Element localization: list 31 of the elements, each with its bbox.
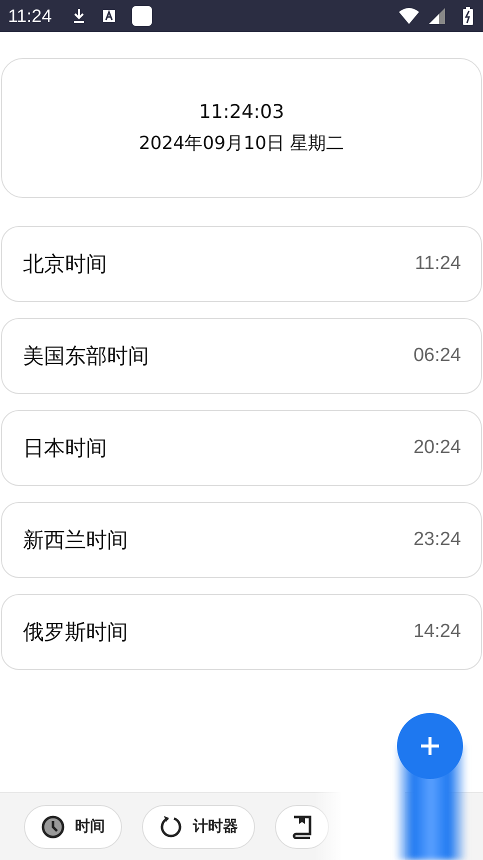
status-time: 11:24 [8,6,52,26]
time-zone-card[interactable]: 俄罗斯时间 14:24 [1,594,482,670]
signal-icon [429,8,445,24]
clock-icon [41,814,65,838]
nav-chip[interactable]: 时间 [24,804,122,848]
refresh-icon [159,814,183,838]
zone-name: 新西兰时间 [23,527,128,554]
current-date: 2024年09月10日 星期二 [138,132,344,155]
font-icon [102,9,116,23]
current-time: 11:24:03 [198,101,284,123]
time-zone-card[interactable]: 新西兰时间 23:24 [1,502,482,578]
wifi-icon [399,8,419,24]
zone-name: 美国东部时间 [23,343,149,370]
book-icon [292,814,312,838]
nav-chip[interactable]: 计时器 [142,804,255,848]
time-zone-card[interactable]: 北京时间 11:24 [1,226,482,302]
zone-time: 14:24 [413,621,461,643]
zone-time: 20:24 [413,437,461,459]
zone-time: 06:24 [413,345,461,367]
square-icon [132,6,152,26]
zone-time: 11:24 [414,253,461,275]
time-zone-card[interactable]: 日本时间 20:24 [1,410,482,486]
plus-icon [420,736,440,756]
download-icon [72,8,86,24]
battery-icon [463,7,473,25]
zone-name: 俄罗斯时间 [23,619,128,646]
time-zone-card[interactable]: 美国东部时间 06:24 [1,318,482,394]
nav-chip[interactable] [275,804,329,848]
zone-time: 23:24 [413,529,461,551]
zone-name: 日本时间 [23,435,107,462]
zone-name: 北京时间 [23,251,107,278]
